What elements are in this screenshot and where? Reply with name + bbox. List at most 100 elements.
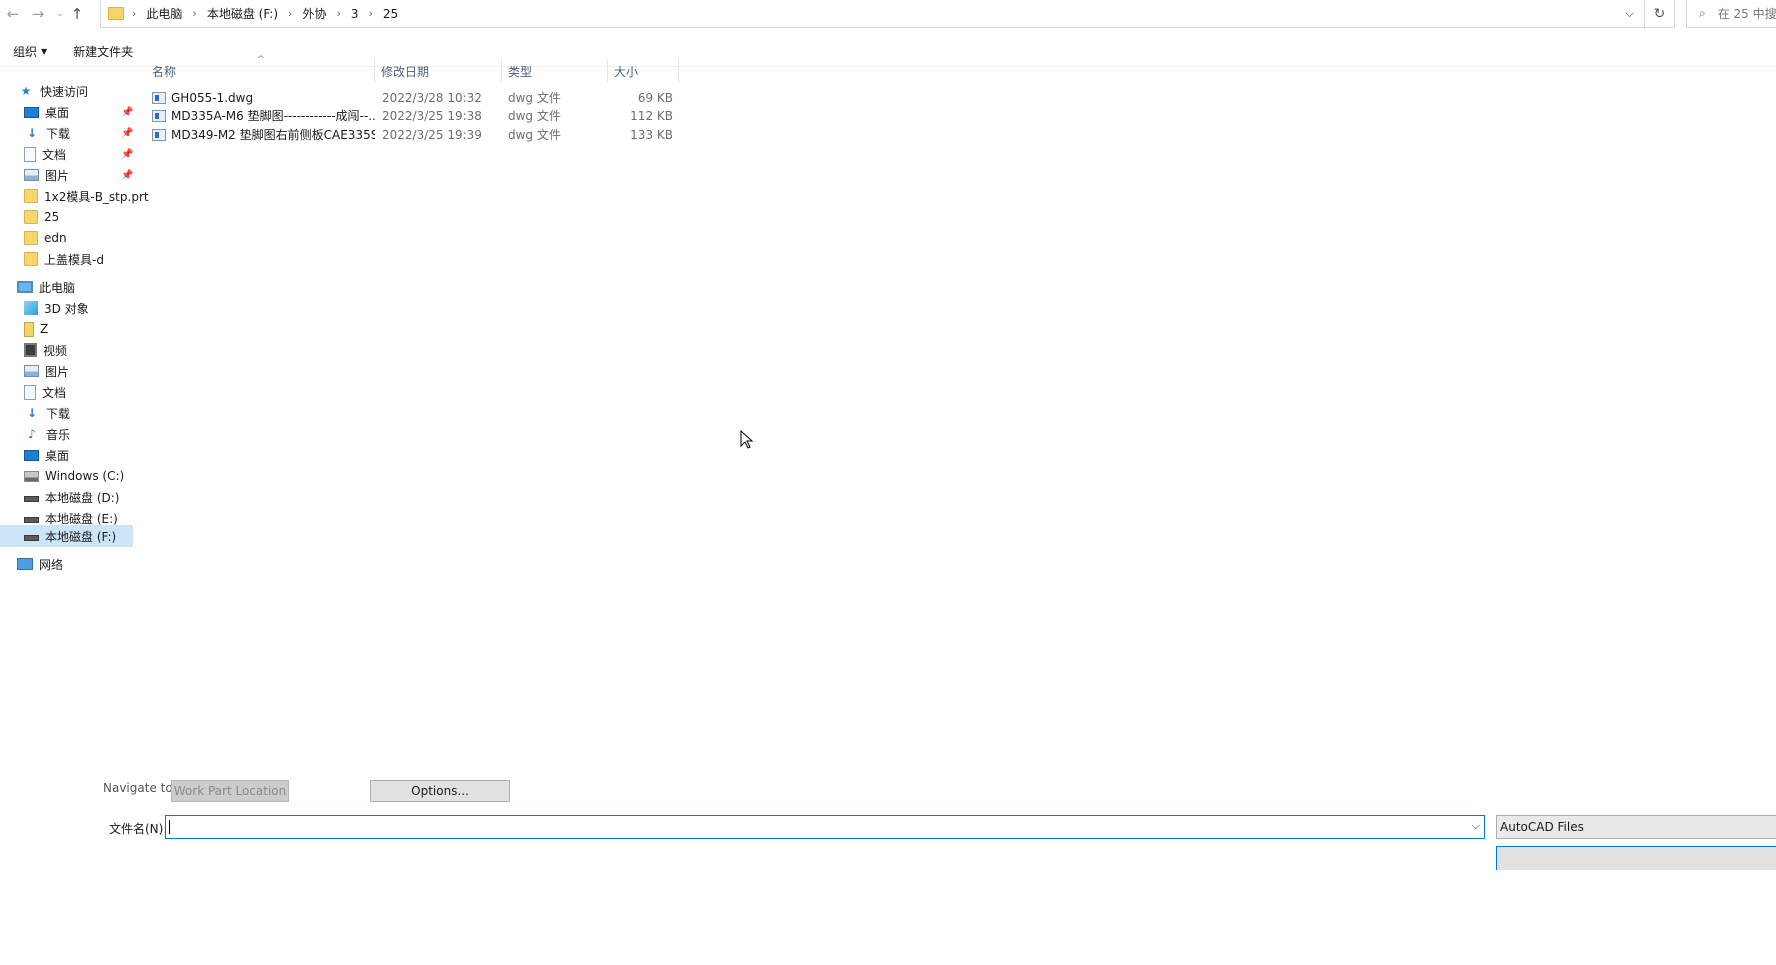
column-header-size[interactable]: 大小 — [608, 60, 679, 82]
download-icon: ↓ — [26, 126, 38, 140]
new-folder-button[interactable]: 新建文件夹 — [73, 43, 133, 60]
back-arrow-icon: ← — [6, 5, 20, 23]
file-size: 133 KB — [630, 127, 673, 142]
filename-label: 文件名(N): — [109, 822, 168, 836]
dwg-file-icon — [152, 91, 166, 104]
drive-icon — [24, 496, 39, 502]
file-size: 112 KB — [630, 108, 673, 123]
3d-objects-icon — [24, 301, 38, 315]
music-icon: ♪ — [28, 427, 36, 441]
search-placeholder: 在 25 中搜索 — [1717, 7, 1776, 21]
document-icon — [24, 384, 36, 400]
organize-button[interactable]: 组织 ▼ — [13, 43, 47, 60]
file-type: dwg 文件 — [508, 91, 561, 105]
network-icon — [17, 558, 33, 570]
chevron-down-icon: ⌄ — [56, 9, 64, 19]
nav-item-music[interactable]: ♪ 音乐 — [24, 423, 174, 445]
nav-network[interactable]: 网络 — [17, 553, 167, 575]
nav-item-pictures[interactable]: 图片 — [24, 360, 174, 382]
breadcrumb-item[interactable]: 本地磁盘 (F:) › — [207, 5, 303, 22]
nav-item-documents[interactable]: 文档 — [24, 381, 174, 403]
forward-button[interactable]: → — [28, 3, 48, 25]
file-name: MD335A-M6 垫脚图------------成闯--... — [171, 109, 375, 123]
text-caret — [169, 820, 170, 834]
breadcrumb-separator[interactable]: › — [124, 7, 146, 20]
download-icon: ↓ — [26, 406, 38, 420]
nav-item-folder[interactable]: 上盖模具-d — [24, 248, 174, 270]
file-date: 2022/3/25 19:39 — [382, 127, 482, 142]
chevron-down-icon: ⌵ — [1624, 6, 1635, 20]
file-date: 2022/3/25 19:38 — [382, 108, 482, 123]
work-part-location-button[interactable]: Work Part Location — [171, 780, 289, 802]
mouse-cursor-icon — [740, 430, 754, 449]
file-row[interactable]: GH055-1.dwg 2022/3/28 10:32 dwg 文件 69 KB — [146, 88, 679, 107]
file-row[interactable]: MD349-M2 垫脚图右前侧板CAE335SN... 2022/3/25 19… — [146, 125, 679, 144]
nav-item-folder[interactable]: 1x2模具-B_stp.prt — [24, 185, 174, 207]
chevron-down-icon[interactable]: ⌵ — [1472, 819, 1480, 833]
drive-icon — [24, 517, 39, 523]
folder-icon — [24, 252, 38, 266]
desktop-icon — [24, 449, 39, 461]
nav-item-3d-objects[interactable]: 3D 对象 — [24, 297, 174, 319]
filename-input[interactable]: ⌵ — [165, 815, 1485, 839]
navigation-pane[interactable]: ★ 快速访问 桌面 📌 ↓ 下载 📌 文档 📌 图片 📌 1x2模具-B_stp… — [0, 80, 152, 660]
file-size: 69 KB — [637, 90, 673, 105]
breadcrumb-item[interactable]: 此电脑 › — [146, 5, 206, 22]
command-bar: 组织 ▼ 新建文件夹 — [0, 38, 149, 64]
search-icon: ⌕ — [1699, 6, 1706, 20]
navigate-to-label: Navigate to: — [103, 781, 177, 795]
dwg-file-icon — [152, 109, 166, 122]
breadcrumb-item[interactable]: 3 › — [351, 7, 383, 21]
pin-icon: 📌 — [121, 148, 134, 160]
nav-item-folder[interactable]: edn — [24, 227, 174, 249]
file-type: dwg 文件 — [508, 128, 561, 142]
nav-item-drive-c[interactable]: Windows (C:) — [24, 465, 174, 487]
column-header-name[interactable]: 名称 — [146, 60, 375, 82]
zip-icon — [24, 321, 34, 337]
address-dropdown-button[interactable]: ⌵ — [1614, 0, 1644, 27]
column-header-type[interactable]: 类型 — [502, 60, 608, 82]
file-date: 2022/3/28 10:32 — [382, 90, 482, 105]
file-row[interactable]: MD335A-M6 垫脚图------------成闯--... 2022/3/… — [146, 106, 679, 125]
open-button[interactable] — [1496, 846, 1776, 870]
folder-icon — [24, 231, 38, 245]
column-header-date[interactable]: 修改日期 — [375, 60, 502, 82]
breadcrumb-item[interactable]: 25 — [383, 7, 398, 21]
nav-item-videos[interactable]: 视频 — [24, 339, 174, 361]
options-button[interactable]: Options... — [370, 780, 510, 802]
nav-item-drive-f[interactable]: 本地磁盘 (F:) — [0, 525, 133, 547]
caret-down-icon: ▼ — [41, 46, 48, 56]
pin-icon: 📌 — [121, 106, 134, 118]
file-type-filter[interactable]: AutoCAD Files — [1496, 815, 1776, 839]
nav-item-z[interactable]: Z — [24, 318, 174, 340]
nav-item-downloads[interactable]: ↓ 下载 — [24, 402, 174, 424]
refresh-icon: ↻ — [1653, 5, 1666, 22]
star-icon: ★ — [20, 84, 32, 98]
drive-icon — [24, 535, 39, 541]
search-input[interactable]: ⌕ 在 25 中搜索 — [1686, 0, 1776, 28]
address-bar: ← → ⌄ ↑ › 此电脑 › 本地磁盘 (F:) › 外协 › 3 › 25 ⌵ ↻ … — [0, 0, 1776, 28]
nav-item-drive-d[interactable]: 本地磁盘 (D:) — [24, 486, 174, 508]
pin-icon: 📌 — [121, 127, 134, 139]
computer-icon — [17, 281, 33, 293]
pin-icon: 📌 — [121, 169, 134, 181]
nav-item-documents[interactable]: 文档 📌 — [24, 143, 174, 165]
nav-item-folder[interactable]: 25 — [24, 206, 174, 228]
up-arrow-icon: ↑ — [70, 5, 84, 23]
refresh-button[interactable]: ↻ — [1645, 0, 1675, 28]
nav-item-pictures[interactable]: 图片 📌 — [24, 164, 174, 186]
up-button[interactable]: ↑ — [67, 3, 87, 25]
file-list-header: 名称 修改日期 类型 大小 — [146, 60, 679, 82]
folder-icon — [24, 189, 38, 203]
picture-icon — [24, 169, 39, 181]
document-icon — [24, 146, 36, 162]
windows-drive-icon — [24, 470, 39, 482]
nav-this-pc[interactable]: 此电脑 — [17, 276, 167, 298]
file-name: MD349-M2 垫脚图右前侧板CAE335SN... — [171, 128, 375, 142]
folder-icon — [108, 7, 124, 20]
back-button[interactable]: ← — [3, 3, 23, 25]
breadcrumb[interactable]: › 此电脑 › 本地磁盘 (F:) › 外协 › 3 › 25 ⌵ — [100, 0, 1645, 28]
desktop-icon — [24, 106, 39, 118]
nav-item-desktop[interactable]: 桌面 — [24, 444, 174, 466]
breadcrumb-item[interactable]: 外协 › — [302, 5, 350, 22]
